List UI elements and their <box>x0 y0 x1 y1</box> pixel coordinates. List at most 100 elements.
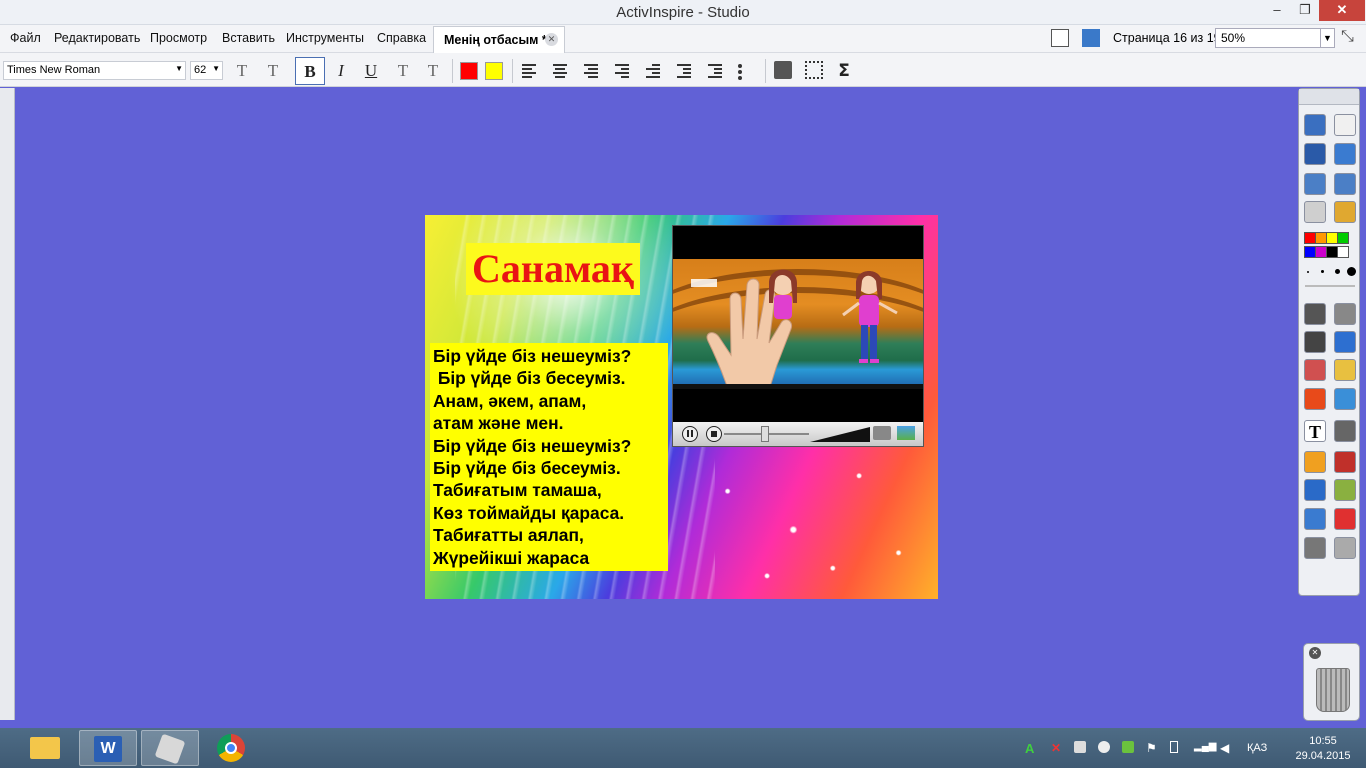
align-center-icon[interactable] <box>553 64 567 80</box>
poem-line: Бір үйде біз нешеуміз? <box>433 346 632 366</box>
paragraph-spacing-icon[interactable] <box>646 64 660 80</box>
font-size-select[interactable]: 62 ▼ <box>190 61 223 80</box>
a-tray-icon[interactable]: A <box>1025 741 1037 756</box>
play-icon[interactable] <box>1304 201 1326 223</box>
select-icon[interactable] <box>1304 303 1326 325</box>
menu-view[interactable]: Просмотр <box>150 31 207 45</box>
trash-panel[interactable]: ✕ <box>1303 643 1360 721</box>
line-spacing-icon[interactable] <box>615 64 629 80</box>
shrink-font-button[interactable]: T <box>261 59 285 83</box>
tool-tray-icon[interactable] <box>1098 741 1110 753</box>
slide-title-box[interactable]: Санамақ <box>466 243 640 295</box>
shape-icon[interactable] <box>1304 388 1326 410</box>
tab-flipchart[interactable]: Менің отбасым * ✕ <box>433 26 565 53</box>
language-indicator[interactable]: ҚАЗ <box>1247 742 1267 754</box>
globe-icon[interactable] <box>1334 201 1356 223</box>
transparency-slider[interactable] <box>1305 285 1355 287</box>
browser-icon[interactable] <box>1304 114 1326 136</box>
color-swatch[interactable] <box>1337 246 1349 258</box>
zoom-select[interactable]: 50% ▼ <box>1215 28 1335 48</box>
prev-page-icon[interactable] <box>1304 173 1326 195</box>
reset-icon[interactable] <box>1334 508 1356 530</box>
signal-icon[interactable]: ▂▄▆ <box>1194 741 1216 753</box>
menu-insert[interactable]: Вставить <box>222 31 275 45</box>
menu-edit[interactable]: Редактировать <box>54 31 140 45</box>
menu-tools[interactable]: Инструменты <box>286 31 364 45</box>
clear-icon[interactable] <box>1304 451 1326 473</box>
poem-text-box[interactable]: Бір үйде біз нешеуміз? Бір үйде біз бесе… <box>430 343 668 571</box>
bold-button[interactable]: B <box>295 57 325 85</box>
volume-icon[interactable]: ◀ <box>1220 741 1232 755</box>
superscript-button[interactable]: T <box>391 59 415 83</box>
video-frame[interactable] <box>673 259 923 389</box>
clock[interactable]: 10:55 29.04.2015 <box>1293 734 1353 764</box>
expand-icon[interactable]: ⤡ <box>1341 28 1354 46</box>
menu-help[interactable]: Справка <box>377 31 426 45</box>
text-icon[interactable]: T <box>1304 420 1326 442</box>
text-color-swatch[interactable] <box>460 62 478 80</box>
fill-icon[interactable] <box>1334 359 1356 381</box>
undo-icon[interactable] <box>1304 537 1326 559</box>
file-explorer-icon[interactable] <box>16 730 74 766</box>
indent-icon[interactable] <box>677 64 691 80</box>
x-tray-icon[interactable]: ✕ <box>1051 741 1063 755</box>
page-sorter-icon[interactable] <box>1051 29 1069 47</box>
table-icon[interactable] <box>774 61 792 79</box>
pen-icon[interactable] <box>1304 143 1326 165</box>
underline-button[interactable]: U <box>359 59 383 83</box>
close-button[interactable]: ✕ <box>1319 0 1365 21</box>
outdent-icon[interactable] <box>708 64 722 80</box>
pen-width-selector[interactable] <box>1305 267 1356 277</box>
edit-icon[interactable] <box>1334 143 1356 165</box>
nvidia-tray-icon[interactable] <box>1122 741 1134 753</box>
seek-handle[interactable] <box>761 426 769 442</box>
toolbox-header[interactable] <box>1299 89 1359 105</box>
bullet-list-icon[interactable] <box>738 64 754 82</box>
highlight-color-swatch[interactable] <box>485 62 503 80</box>
chrome-icon[interactable] <box>203 730 261 766</box>
close-icon[interactable]: ✕ <box>1309 647 1321 659</box>
grow-font-button[interactable]: T <box>230 59 254 83</box>
flask-icon[interactable] <box>1304 508 1326 530</box>
minimize-button[interactable]: – <box>1262 0 1292 21</box>
tools-icon[interactable] <box>1334 303 1356 325</box>
sigma-icon[interactable]: Σ <box>832 59 856 83</box>
flipchart-page[interactable]: Санамақ Бір үйде біз нешеуміз? Бір үйде … <box>425 215 938 599</box>
select-all-icon[interactable] <box>805 61 823 79</box>
pen-tool-icon[interactable] <box>1304 331 1326 353</box>
italic-button[interactable]: I <box>329 59 353 83</box>
activinspire-icon[interactable] <box>141 730 199 766</box>
camera-icon[interactable] <box>873 426 891 440</box>
trash-icon[interactable] <box>1316 668 1350 712</box>
tab-close-icon[interactable]: ✕ <box>545 33 558 46</box>
reader-icon[interactable] <box>1334 451 1356 473</box>
image-icon[interactable] <box>1334 420 1356 442</box>
color-swatch[interactable] <box>1337 232 1349 244</box>
word-icon[interactable]: W <box>79 730 137 766</box>
picture-icon[interactable] <box>897 426 915 440</box>
maximize-button[interactable]: ❐ <box>1290 0 1320 21</box>
web-icon[interactable] <box>1304 479 1326 501</box>
align-left-icon[interactable] <box>522 64 536 80</box>
redo-icon[interactable] <box>1334 537 1356 559</box>
align-right-icon[interactable] <box>584 64 598 80</box>
video-player[interactable] <box>672 225 924 447</box>
font-family-select[interactable]: Times New Roman ▼ <box>3 61 186 80</box>
poem-line: Бір үйде біз бесеуміз. <box>433 458 621 479</box>
menu-file[interactable]: Файл <box>10 31 41 45</box>
highlighter-icon[interactable] <box>1334 331 1356 353</box>
browser-panel-edge[interactable] <box>0 88 15 720</box>
notebook-icon[interactable] <box>1334 114 1356 136</box>
pause-button[interactable] <box>682 426 698 442</box>
subscript-button[interactable]: T <box>421 59 445 83</box>
snowflake-icon[interactable] <box>1082 29 1100 47</box>
abc-icon[interactable] <box>1334 479 1356 501</box>
next-page-icon[interactable] <box>1334 173 1356 195</box>
volume-slider[interactable] <box>810 427 870 442</box>
connector-icon[interactable] <box>1334 388 1356 410</box>
battery-icon[interactable] <box>1170 741 1178 753</box>
eraser-icon[interactable] <box>1304 359 1326 381</box>
network-tray-icon[interactable] <box>1074 741 1086 753</box>
stop-button[interactable] <box>706 426 722 442</box>
flag-icon[interactable]: ⚑ <box>1146 741 1158 755</box>
